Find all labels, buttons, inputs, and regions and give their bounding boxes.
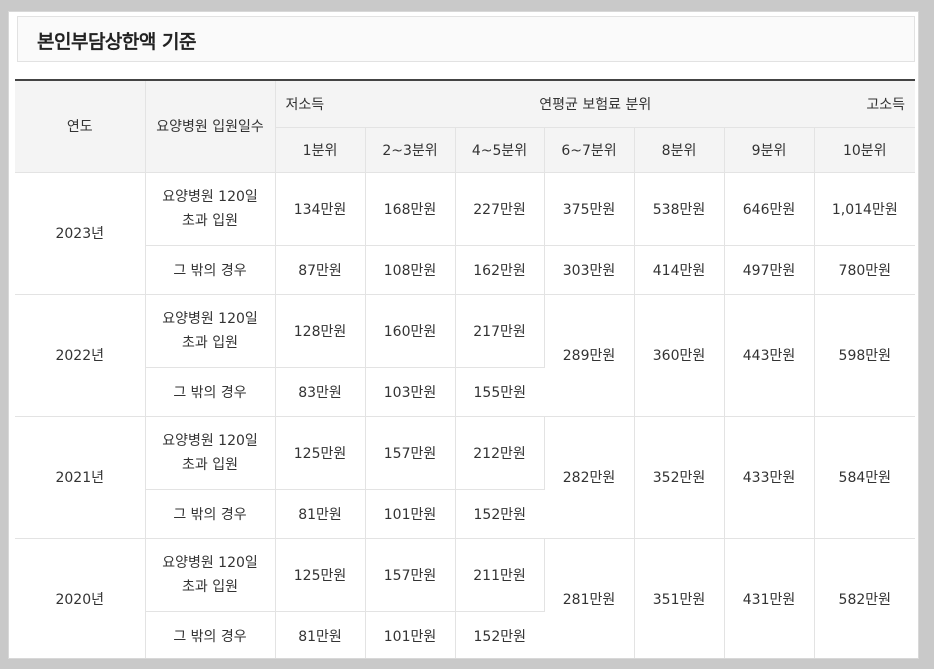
amount-cell: 157만원 — [365, 416, 456, 490]
header-high-income: 고소득 — [866, 96, 906, 113]
table-row: 2020년 요양병원 120일 초과 입원 125만원 157만원 211만원 2… — [15, 538, 916, 658]
amount-cell: 160만원 — [365, 294, 456, 368]
header-row: 연도 요양병원 입원일수 저소득 연평균 보험료 분위 고소득 — [15, 79, 916, 173]
amount-cell: 360만원 — [634, 294, 725, 417]
header-decile: 9분위 — [724, 127, 815, 173]
category-other: 그 밖의 경우 — [145, 367, 276, 417]
amount-cell: 87만원 — [275, 245, 366, 295]
amount-cell: 125만원 — [275, 538, 366, 612]
amount-cell: 646만원 — [724, 172, 815, 246]
amount-cell: 598만원 — [814, 294, 916, 417]
amount-cell: 582만원 — [814, 538, 916, 658]
header-low-income: 저소득 — [285, 96, 325, 113]
amount-cell: 584만원 — [814, 416, 916, 539]
category-over120: 요양병원 120일 초과 입원 — [145, 172, 276, 246]
amount-cell: 497만원 — [724, 245, 815, 295]
amount-cell: 211만원 — [455, 538, 545, 612]
copay-limit-table: 연도 요양병원 입원일수 저소득 연평균 보험료 분위 고소득 1분위 2~3분… — [15, 79, 916, 658]
amount-cell: 375만원 — [544, 172, 635, 246]
year-cell: 2023년 — [15, 172, 146, 295]
amount-cell: 152만원 — [455, 611, 544, 658]
amount-cell: 227만원 — [455, 172, 545, 246]
header-decile: 1분위 — [275, 127, 366, 173]
amount-cell: 217만원 — [455, 294, 545, 368]
amount-cell: 162만원 — [455, 245, 545, 295]
header-premium-decile: 연평균 보험료 분위 — [539, 96, 652, 113]
category-over120: 요양병원 120일 초과 입원 — [145, 416, 276, 490]
amount-cell: 780만원 — [814, 245, 916, 295]
amount-cell: 281만원 — [544, 538, 635, 658]
amount-cell: 108만원 — [365, 245, 456, 295]
table-row: 2022년 요양병원 120일 초과 입원 128만원 160만원 217만원 2… — [15, 294, 916, 417]
amount-cell: 101만원 — [365, 611, 456, 658]
header-year: 연도 — [15, 79, 146, 173]
category-other: 그 밖의 경우 — [145, 489, 276, 539]
header-decile: 8분위 — [634, 127, 725, 173]
amount-cell: 1,014만원 — [814, 172, 916, 246]
year-cell: 2020년 — [15, 538, 146, 658]
amount-cell: 155만원 — [455, 367, 544, 417]
amount-cell: 538만원 — [634, 172, 725, 246]
amount-cell: 289만원 — [544, 294, 635, 417]
amount-cell: 443만원 — [724, 294, 815, 417]
amount-cell: 81만원 — [275, 489, 366, 539]
amount-cell: 157만원 — [365, 538, 456, 612]
amount-cell: 282만원 — [544, 416, 635, 539]
amount-cell: 81만원 — [275, 611, 366, 658]
content-panel: 본인부담상한액 기준 연도 요양병원 입원일수 저소득 연평균 보험료 분위 고… — [8, 11, 919, 659]
amount-cell: 303만원 — [544, 245, 635, 295]
category-over120: 요양병원 120일 초과 입원 — [145, 294, 276, 368]
amount-cell: 351만원 — [634, 538, 725, 658]
amount-cell: 101만원 — [365, 489, 456, 539]
amount-cell: 134만원 — [275, 172, 366, 246]
amount-cell: 414만원 — [634, 245, 725, 295]
amount-cell: 125만원 — [275, 416, 366, 490]
header-decile: 2~3분위 — [365, 127, 456, 173]
header-decile: 4~5분위 — [455, 127, 545, 173]
table-row: 2021년 요양병원 120일 초과 입원 125만원 157만원 212만원 2… — [15, 416, 916, 539]
header-decile: 6~7분위 — [544, 127, 635, 173]
table-row: 그 밖의 경우 87만원 108만원 162만원 303만원 414만원 497… — [15, 245, 916, 295]
category-over120: 요양병원 120일 초과 입원 — [145, 538, 276, 612]
header-income-group: 저소득 연평균 보험료 분위 고소득 — [275, 79, 916, 128]
amount-cell: 168만원 — [365, 172, 456, 246]
title-box: 본인부담상한액 기준 — [17, 16, 915, 62]
amount-cell: 431만원 — [724, 538, 815, 658]
amount-cell: 212만원 — [455, 416, 545, 490]
header-days: 요양병원 입원일수 — [145, 79, 276, 173]
table-row: 2023년 요양병원 120일 초과 입원 134만원 168만원 227만원 3… — [15, 172, 916, 295]
page-title: 본인부담상한액 기준 — [37, 31, 196, 53]
amount-cell: 352만원 — [634, 416, 725, 539]
year-cell: 2021년 — [15, 416, 146, 539]
category-other: 그 밖의 경우 — [145, 611, 276, 658]
amount-cell: 433만원 — [724, 416, 815, 539]
amount-cell: 128만원 — [275, 294, 366, 368]
category-other: 그 밖의 경우 — [145, 245, 276, 295]
amount-cell: 152만원 — [455, 489, 544, 539]
amount-cell: 83만원 — [275, 367, 366, 417]
year-cell: 2022년 — [15, 294, 146, 417]
header-decile: 10분위 — [814, 127, 916, 173]
amount-cell: 103만원 — [365, 367, 456, 417]
